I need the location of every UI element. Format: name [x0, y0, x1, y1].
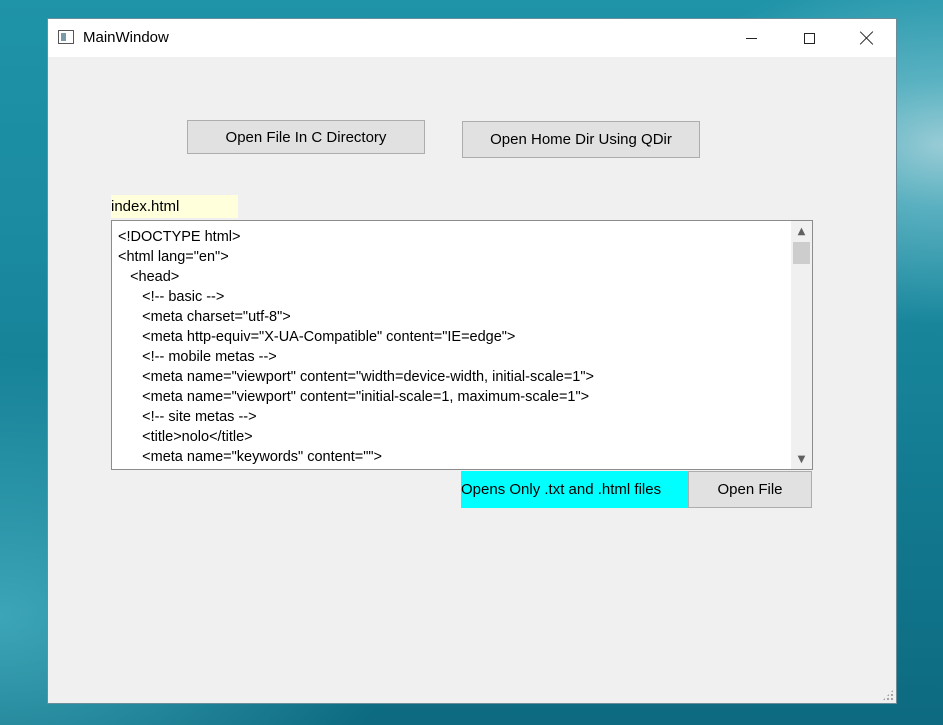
code-line: <meta http-equiv="X-UA-Compatible" conte… — [118, 329, 516, 345]
window-title: MainWindow — [83, 29, 169, 46]
code-line: <meta name="viewport" content="width=dev… — [118, 369, 594, 385]
scroll-up-arrow-icon[interactable]: ▲ — [791, 221, 812, 241]
scrollbar-thumb[interactable] — [793, 242, 810, 264]
code-line: <!-- mobile metas --> — [118, 349, 277, 365]
close-button[interactable] — [838, 19, 896, 57]
open-c-directory-button[interactable]: Open File In C Directory — [187, 120, 425, 154]
code-line: <meta name="viewport" content="initial-s… — [118, 389, 590, 405]
main-window: MainWindow Open File In C Directory Open… — [47, 18, 897, 704]
code-line: <!-- basic --> — [118, 289, 225, 305]
maximize-button[interactable] — [780, 19, 838, 57]
app-window-icon — [58, 30, 74, 44]
code-line: <!-- site metas --> — [118, 409, 257, 425]
vertical-scrollbar[interactable]: ▲ ▼ — [791, 221, 812, 469]
open-home-dir-button[interactable]: Open Home Dir Using QDir — [462, 121, 700, 158]
title-bar[interactable]: MainWindow — [48, 19, 896, 57]
code-line: <meta name="keywords" content=""> — [118, 449, 383, 465]
close-icon — [860, 31, 874, 45]
code-line: <meta charset="utf-8"> — [118, 309, 291, 325]
minimize-icon — [745, 37, 757, 39]
resize-grip-icon[interactable] — [882, 689, 894, 701]
code-line: <title>nolo</title> — [118, 429, 253, 445]
maximize-icon — [803, 32, 815, 44]
editor-text: <!DOCTYPE html> <html lang="en"> <head> <… — [118, 227, 788, 467]
open-file-button[interactable]: Open File — [688, 471, 812, 508]
scroll-down-arrow-icon[interactable]: ▼ — [791, 449, 812, 469]
code-line: <head> — [118, 269, 180, 285]
file-content-editor[interactable]: <!DOCTYPE html> <html lang="en"> <head> <… — [111, 220, 813, 470]
file-name-label: index.html — [111, 195, 238, 218]
minimize-button[interactable] — [722, 19, 780, 57]
code-line: <html lang="en"> — [118, 249, 229, 265]
file-type-hint-label: Opens Only .txt and .html files — [461, 471, 688, 508]
code-line: <!DOCTYPE html> — [118, 229, 241, 245]
